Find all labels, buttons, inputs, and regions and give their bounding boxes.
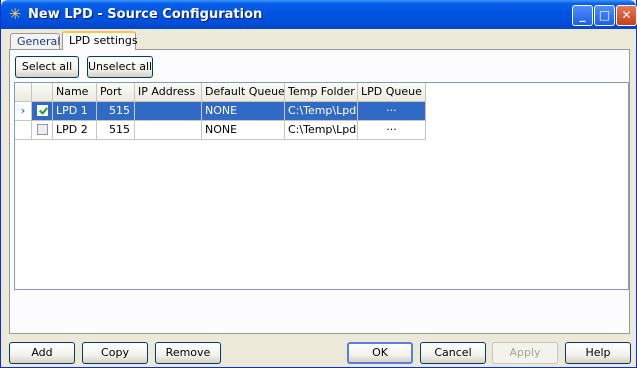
table-row[interactable]: LPD 2 515 NONE C:\Temp\LpdRx ···: [15, 121, 426, 140]
cell-name[interactable]: LPD 2: [53, 121, 97, 140]
star-icon: ✳: [8, 5, 22, 23]
minimize-button[interactable]: _: [572, 5, 593, 26]
title-bar[interactable]: ✳ New LPD - Source Configuration _ □ ✕: [1, 0, 637, 29]
cell-temp-folder[interactable]: C:\Temp\LpdRx: [285, 121, 358, 140]
row-checkbox[interactable]: [32, 102, 53, 121]
cancel-button[interactable]: Cancel: [420, 342, 486, 364]
help-button[interactable]: Help: [565, 342, 631, 364]
dialog-window: ✳ New LPD - Source Configuration _ □ ✕ G…: [0, 0, 637, 368]
lpd-grid[interactable]: Name Port IP Address Default Queue Temp …: [14, 82, 629, 290]
grid-header: Name Port IP Address Default Queue Temp …: [15, 83, 426, 102]
cell-name[interactable]: LPD 1: [53, 102, 97, 121]
checkbox-header: [32, 83, 53, 102]
apply-button[interactable]: Apply: [492, 342, 558, 364]
checkbox-unchecked-icon: [36, 123, 48, 135]
cell-temp-folder[interactable]: C:\Temp\LpdRx: [285, 102, 358, 121]
select-all-button[interactable]: Select all: [15, 56, 79, 78]
add-button[interactable]: Add: [9, 342, 75, 364]
tab-general[interactable]: General: [10, 33, 60, 49]
minimize-icon: _: [579, 8, 586, 22]
column-header-port[interactable]: Port: [97, 83, 135, 102]
cell-default-queue[interactable]: NONE: [202, 121, 285, 140]
row-indicator-header: [15, 83, 32, 102]
column-header-ip-address[interactable]: IP Address: [135, 83, 202, 102]
column-header-name[interactable]: Name: [53, 83, 97, 102]
row-selector[interactable]: [15, 121, 32, 140]
checkbox-checked-icon: [36, 104, 48, 116]
tab-lpd-settings[interactable]: LPD settings: [62, 31, 138, 50]
lpd-queue-ellipsis-button[interactable]: ···: [358, 121, 426, 140]
window-title: New LPD - Source Configuration: [28, 7, 263, 22]
close-button[interactable]: ✕: [616, 5, 637, 26]
lpd-queue-ellipsis-button[interactable]: ···: [358, 102, 426, 121]
remove-button[interactable]: Remove: [155, 342, 221, 364]
cell-ip-address[interactable]: [135, 121, 202, 140]
row-checkbox[interactable]: [32, 121, 53, 140]
unselect-all-button[interactable]: Unselect all: [87, 56, 153, 78]
close-icon: ✕: [621, 8, 632, 22]
maximize-icon: □: [598, 8, 611, 22]
cell-port[interactable]: 515: [97, 121, 135, 140]
cell-port[interactable]: 515: [97, 102, 135, 121]
row-selector-arrow-icon: ›: [15, 102, 32, 121]
copy-button[interactable]: Copy: [82, 342, 148, 364]
ok-button[interactable]: OK: [347, 342, 413, 364]
column-header-lpd-queue[interactable]: LPD Queue: [358, 83, 426, 102]
cell-default-queue[interactable]: NONE: [202, 102, 285, 121]
column-header-temp-folder[interactable]: Temp Folder: [285, 83, 358, 102]
column-header-default-queue[interactable]: Default Queue: [202, 83, 285, 102]
table-row[interactable]: › LPD 1 515 NONE C:\Temp\LpdRx ···: [15, 102, 426, 121]
maximize-button[interactable]: □: [594, 5, 615, 26]
cell-ip-address[interactable]: [135, 102, 202, 121]
